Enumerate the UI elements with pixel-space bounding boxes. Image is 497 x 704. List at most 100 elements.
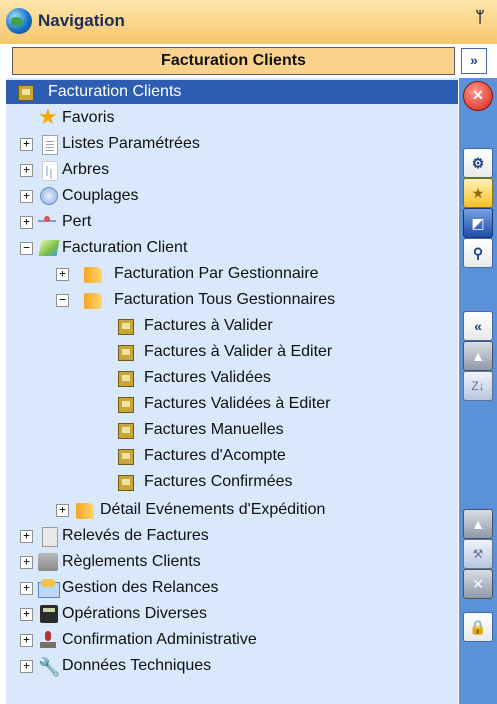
star-icon: ★	[38, 104, 58, 129]
expand-toggle[interactable]: +	[20, 556, 33, 569]
gold-box-icon	[118, 345, 134, 361]
title-bar: Navigation ᛘ	[0, 0, 497, 44]
tree-item-label: Règlements Clients	[62, 553, 201, 570]
gold-box-icon	[118, 449, 134, 465]
tree-item-label: Facturation Tous Gestionnaires	[114, 291, 336, 308]
expand-toggle[interactable]: +	[20, 190, 33, 203]
settings-wheel-button[interactable]: ⚙	[463, 148, 493, 178]
tree-item-label: Favoris	[62, 109, 115, 126]
sort-button[interactable]: Z↓	[463, 371, 493, 401]
tree-item-reglements-clients[interactable]: + Règlements Clients	[6, 550, 458, 574]
tree-item-label: Couplages	[62, 187, 139, 204]
gold-box-icon	[118, 423, 134, 439]
pin-icon[interactable]: ᛘ	[471, 9, 489, 31]
expand-toggle[interactable]: +	[56, 504, 69, 517]
delete-button[interactable]: ✕	[463, 569, 493, 599]
expand-toggle[interactable]: +	[20, 530, 33, 543]
wrench-icon: 🔧	[38, 657, 61, 677]
tree-item-label: Factures Validées	[144, 369, 271, 386]
gold-box-icon	[118, 371, 134, 387]
move-up-secondary-button[interactable]: ▲	[463, 509, 493, 539]
tree-item-facturation-par-gestionnaire[interactable]: + Facturation Par Gestionnaire	[6, 262, 458, 286]
collapse-button[interactable]: «	[463, 311, 493, 341]
tree-item-factures-confirmees[interactable]: Factures Confirmées	[6, 470, 458, 494]
pert-icon	[38, 216, 56, 230]
tree-item-factures-d-acompte[interactable]: Factures d'Acompte	[6, 444, 458, 468]
favorite-star-button[interactable]: ★	[463, 178, 493, 208]
expand-toggle[interactable]: +	[20, 634, 33, 647]
couplage-icon	[40, 187, 58, 205]
expand-toggle[interactable]: +	[20, 138, 33, 151]
tree-item-label: Factures Validées à Editer	[144, 395, 331, 412]
tree-item-listes-parametrees[interactable]: + Listes Paramétrées	[6, 132, 458, 156]
tree-item-label: Gestion des Relances	[62, 579, 219, 596]
tree-item-favoris[interactable]: ★ Favoris	[6, 106, 458, 130]
envelope-icon	[38, 579, 60, 598]
collapse-toggle[interactable]: −	[20, 242, 33, 255]
close-button[interactable]: ✕	[463, 81, 493, 111]
calculator-icon	[40, 605, 58, 623]
stamp-icon	[40, 631, 56, 649]
window-button[interactable]: ◩	[463, 208, 493, 238]
gold-box-icon	[118, 475, 134, 491]
tree-item-couplages[interactable]: + Couplages	[6, 184, 458, 208]
tree-item-label: Arbres	[62, 161, 110, 178]
folder-icon	[84, 293, 102, 309]
tree-item-factures-a-valider[interactable]: Factures à Valider	[6, 314, 458, 338]
expand-toggle[interactable]: +	[20, 164, 33, 177]
boxes-icon	[38, 553, 58, 571]
tree-item-label: Pert	[62, 213, 92, 230]
expand-panel-button[interactable]: »	[461, 48, 487, 74]
tree-item-gestion-des-relances[interactable]: + Gestion des Relances	[6, 576, 458, 600]
tree-item-pert[interactable]: + Pert	[6, 210, 458, 234]
gold-box-icon	[118, 319, 134, 335]
tree-item-label: Factures d'Acompte	[144, 447, 286, 464]
tree-item-facturation-client[interactable]: − Facturation Client	[6, 236, 458, 260]
expand-toggle[interactable]: +	[20, 582, 33, 595]
tool-button[interactable]: ⚒	[463, 539, 493, 569]
tree-item-facturation-tous-gestionnaires[interactable]: − Facturation Tous Gestionnaires	[6, 288, 458, 312]
collapse-toggle[interactable]: −	[56, 294, 69, 307]
gold-box-icon	[18, 85, 34, 101]
tree-item-label: Listes Paramétrées	[62, 135, 200, 152]
tree-item-label: Détail Evénements d'Expédition	[100, 501, 326, 518]
expand-toggle[interactable]: +	[20, 608, 33, 621]
cube-icon	[38, 240, 60, 256]
tree-item-label: Factures Manuelles	[144, 421, 284, 438]
tree-item-facturation-clients-root[interactable]: Facturation Clients	[6, 80, 458, 104]
expand-toggle[interactable]: +	[20, 660, 33, 673]
globe-icon	[6, 8, 32, 34]
expand-toggle[interactable]: +	[56, 268, 69, 281]
lock-button[interactable]: 🔒	[463, 612, 493, 642]
tree-item-operations-diverses[interactable]: + Opérations Diverses	[6, 602, 458, 626]
tree-item-donnees-techniques[interactable]: + 🔧 Données Techniques	[6, 654, 458, 678]
tree-icon	[42, 161, 58, 181]
tree-item-factures-validees-a-editer[interactable]: Factures Validées à Editer	[6, 392, 458, 416]
gold-box-icon	[118, 397, 134, 413]
tree-item-label: Opérations Diverses	[62, 605, 207, 622]
search-button[interactable]: ⚲	[463, 238, 493, 268]
tree-item-detail-evenements-expedition[interactable]: + Détail Evénements d'Expédition	[6, 498, 458, 522]
navigation-panel: Navigation ᛘ Facturation Clients » Factu…	[0, 0, 497, 704]
tree-item-arbres[interactable]: + Arbres	[6, 158, 458, 182]
tree-item-label: Factures Confirmées	[144, 473, 293, 490]
section-header: Facturation Clients	[12, 47, 455, 75]
window-title: Navigation	[38, 11, 125, 30]
tree-item-factures-validees[interactable]: Factures Validées	[6, 366, 458, 390]
tree-item-label: Factures à Valider à Editer	[144, 343, 333, 360]
tree-item-label: Facturation Par Gestionnaire	[114, 265, 319, 282]
tree-item-confirmation-administrative[interactable]: + Confirmation Administrative	[6, 628, 458, 652]
tree-item-label: Relevés de Factures	[62, 527, 209, 544]
navigation-tree: Facturation Clients ★ Favoris + Listes P…	[6, 78, 458, 704]
tree-item-releves-de-factures[interactable]: + Relevés de Factures	[6, 524, 458, 548]
tree-item-label: Facturation Client	[62, 239, 188, 256]
folder-icon	[84, 267, 102, 283]
tree-item-label: Confirmation Administrative	[62, 631, 257, 648]
tree-item-factures-manuelles[interactable]: Factures Manuelles	[6, 418, 458, 442]
move-up-button[interactable]: ▲	[463, 341, 493, 371]
tree-item-label: Factures à Valider	[144, 317, 273, 334]
tree-item-label: Données Techniques	[62, 657, 212, 674]
tree-item-factures-a-valider-a-editer[interactable]: Factures à Valider à Editer	[6, 340, 458, 364]
expand-toggle[interactable]: +	[20, 216, 33, 229]
grey-document-icon	[42, 527, 58, 547]
